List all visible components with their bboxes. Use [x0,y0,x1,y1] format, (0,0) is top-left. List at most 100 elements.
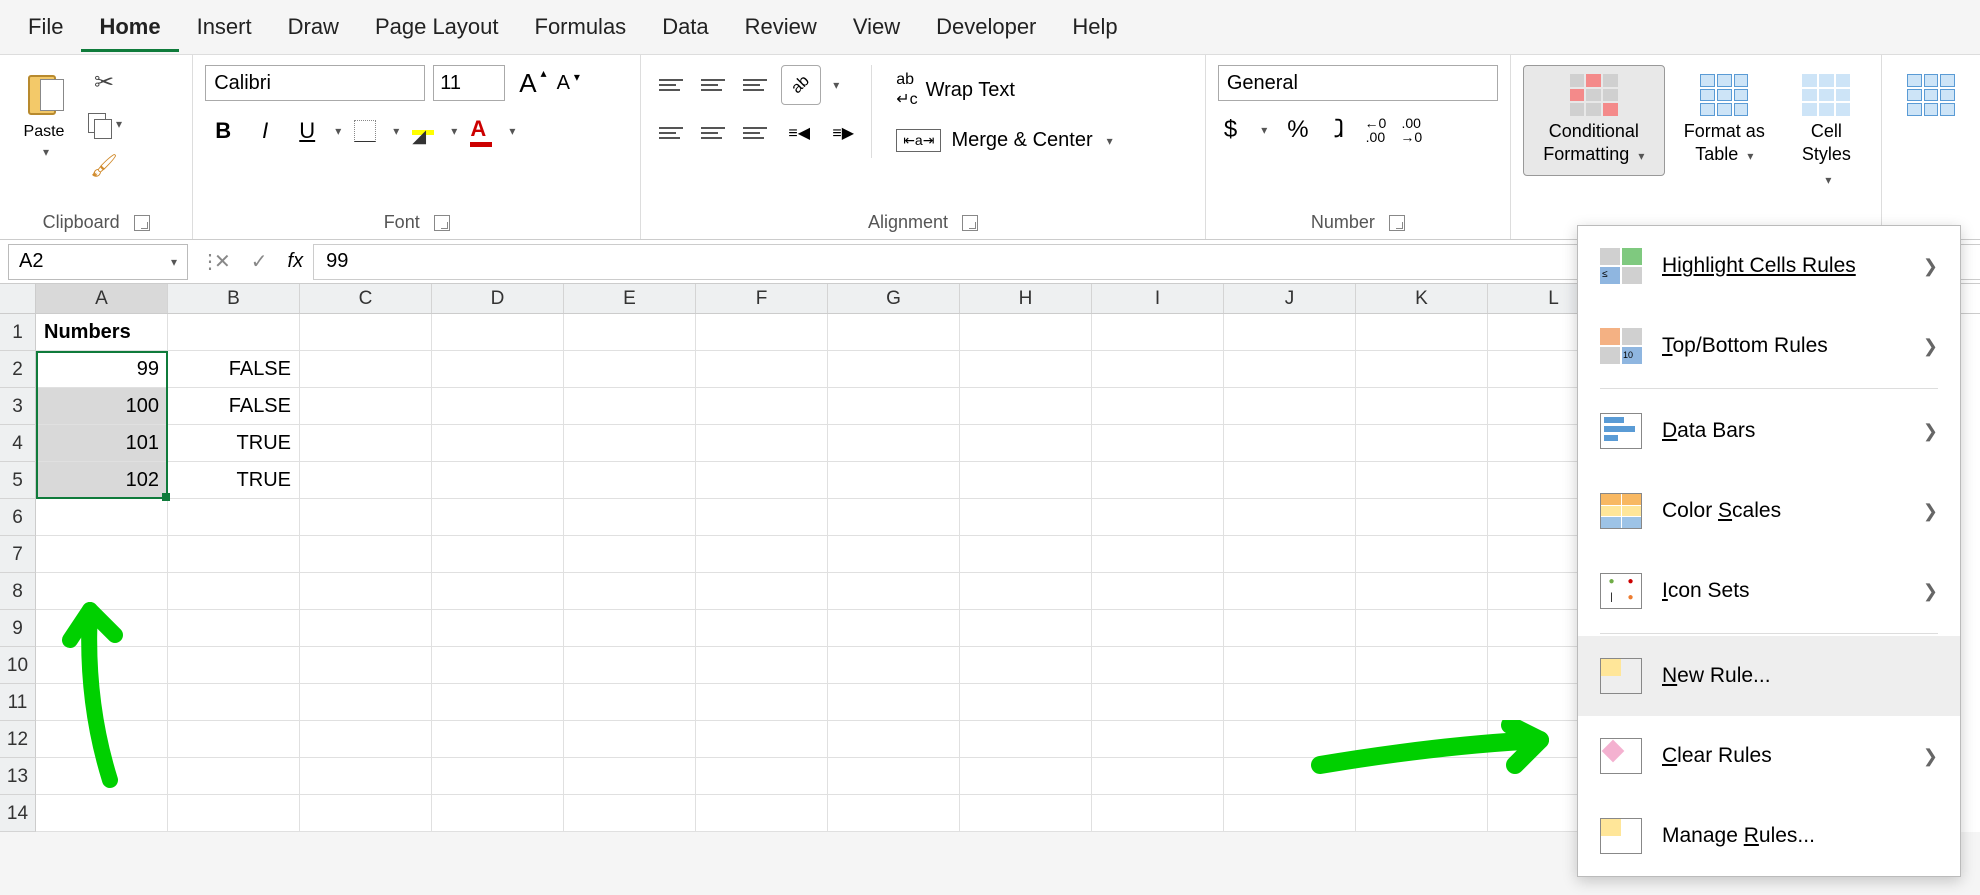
select-all-corner[interactable] [0,284,36,313]
cell[interactable] [168,499,300,536]
cell[interactable] [36,721,168,758]
cell[interactable] [1224,462,1356,499]
cell[interactable] [828,425,960,462]
cell[interactable] [300,314,432,351]
cell[interactable] [696,499,828,536]
cell[interactable] [168,795,300,832]
menu-home[interactable]: Home [81,2,178,52]
menu-highlight-cells-rules[interactable]: ≤ Highlight Cells Rules ❯ [1578,226,1960,306]
cell[interactable] [564,758,696,795]
menu-review[interactable]: Review [727,2,835,52]
cell[interactable] [960,314,1092,351]
cell[interactable] [432,647,564,684]
decrease-indent-button[interactable]: ≡◀ [781,115,817,151]
cell[interactable] [1356,388,1488,425]
menu-developer[interactable]: Developer [918,2,1054,52]
column-header[interactable]: I [1092,284,1224,313]
cell[interactable] [432,610,564,647]
cell[interactable] [828,647,960,684]
merge-center-button[interactable]: ⇤a⇥ Merge & Center ▾ [886,123,1122,158]
cell[interactable] [564,499,696,536]
cell[interactable] [564,314,696,351]
cut-button[interactable] [86,65,122,99]
cell[interactable] [1092,610,1224,647]
cell[interactable] [300,721,432,758]
cell[interactable]: 100 [36,388,168,425]
menu-data-bars[interactable]: Data Bars ❯ [1578,391,1960,471]
cell[interactable] [564,351,696,388]
italic-button[interactable]: I [247,113,283,149]
row-header[interactable]: 8 [0,573,36,610]
cell[interactable] [432,425,564,462]
format-as-table-button[interactable]: Format as Table ▾ [1669,65,1780,176]
align-middle-button[interactable] [695,67,731,103]
column-header[interactable]: E [564,284,696,313]
cell[interactable] [300,425,432,462]
cell[interactable] [1092,314,1224,351]
conditional-formatting-button[interactable]: Conditional Formatting ▾ [1523,65,1665,176]
cell[interactable] [696,573,828,610]
increase-font-button[interactable]: A▴ [513,68,542,99]
cell[interactable] [1356,610,1488,647]
cell[interactable]: FALSE [168,388,300,425]
cell[interactable] [300,351,432,388]
chevron-down-icon[interactable]: ▾ [509,124,515,138]
cell[interactable] [960,499,1092,536]
wrap-text-button[interactable]: ab↵c Wrap Text [886,65,1122,115]
cell[interactable] [828,314,960,351]
row-header[interactable]: 14 [0,795,36,832]
align-right-button[interactable] [737,115,773,151]
dialog-launcher-icon[interactable] [134,215,150,231]
cell[interactable] [1356,536,1488,573]
dialog-launcher-icon[interactable] [434,215,450,231]
cell[interactable] [1356,721,1488,758]
row-header[interactable]: 2 [0,351,36,388]
cell[interactable] [696,536,828,573]
menu-formulas[interactable]: Formulas [517,2,645,52]
cell[interactable] [1356,425,1488,462]
cell[interactable] [432,573,564,610]
cell[interactable] [1092,684,1224,721]
cell[interactable] [1356,499,1488,536]
increase-indent-button[interactable]: ≡▶ [825,115,861,151]
cell[interactable] [36,795,168,832]
cell[interactable] [1356,758,1488,795]
row-header[interactable]: 3 [0,388,36,425]
cell[interactable] [36,536,168,573]
cell[interactable] [564,610,696,647]
cell[interactable] [1224,721,1356,758]
cell[interactable] [300,795,432,832]
cell[interactable] [432,499,564,536]
cell[interactable] [1356,351,1488,388]
cell[interactable] [960,536,1092,573]
menu-top-bottom-rules[interactable]: 10 Top/Bottom Rules ❯ [1578,306,1960,386]
cell[interactable] [696,647,828,684]
fx-icon[interactable]: fx [278,250,314,273]
chevron-down-icon[interactable]: ▾ [1261,123,1267,137]
underline-button[interactable]: U [289,113,325,149]
cell[interactable]: Numbers [36,314,168,351]
cell[interactable] [300,610,432,647]
cell[interactable]: TRUE [168,462,300,499]
cell[interactable] [828,573,960,610]
cell[interactable] [1356,684,1488,721]
cell[interactable] [36,499,168,536]
cell-styles-button[interactable]: Cell Styles ▾ [1784,65,1869,199]
cell[interactable] [828,536,960,573]
copy-button[interactable]: ▾ [86,107,122,141]
cell[interactable] [960,795,1092,832]
row-header[interactable]: 11 [0,684,36,721]
cell[interactable] [300,684,432,721]
column-header[interactable]: J [1224,284,1356,313]
decrease-decimal-button[interactable]: .00→0 [1400,116,1422,144]
cell[interactable] [168,573,300,610]
menu-new-rule[interactable]: New Rule... [1578,636,1960,716]
cell[interactable] [168,647,300,684]
cell[interactable] [36,573,168,610]
paste-button[interactable]: Paste ▾ [12,65,76,163]
cell[interactable] [1356,462,1488,499]
cell[interactable] [828,499,960,536]
cell[interactable] [564,536,696,573]
chevron-down-icon[interactable]: ▾ [393,124,399,138]
chevron-down-icon[interactable]: ▾ [833,78,839,92]
